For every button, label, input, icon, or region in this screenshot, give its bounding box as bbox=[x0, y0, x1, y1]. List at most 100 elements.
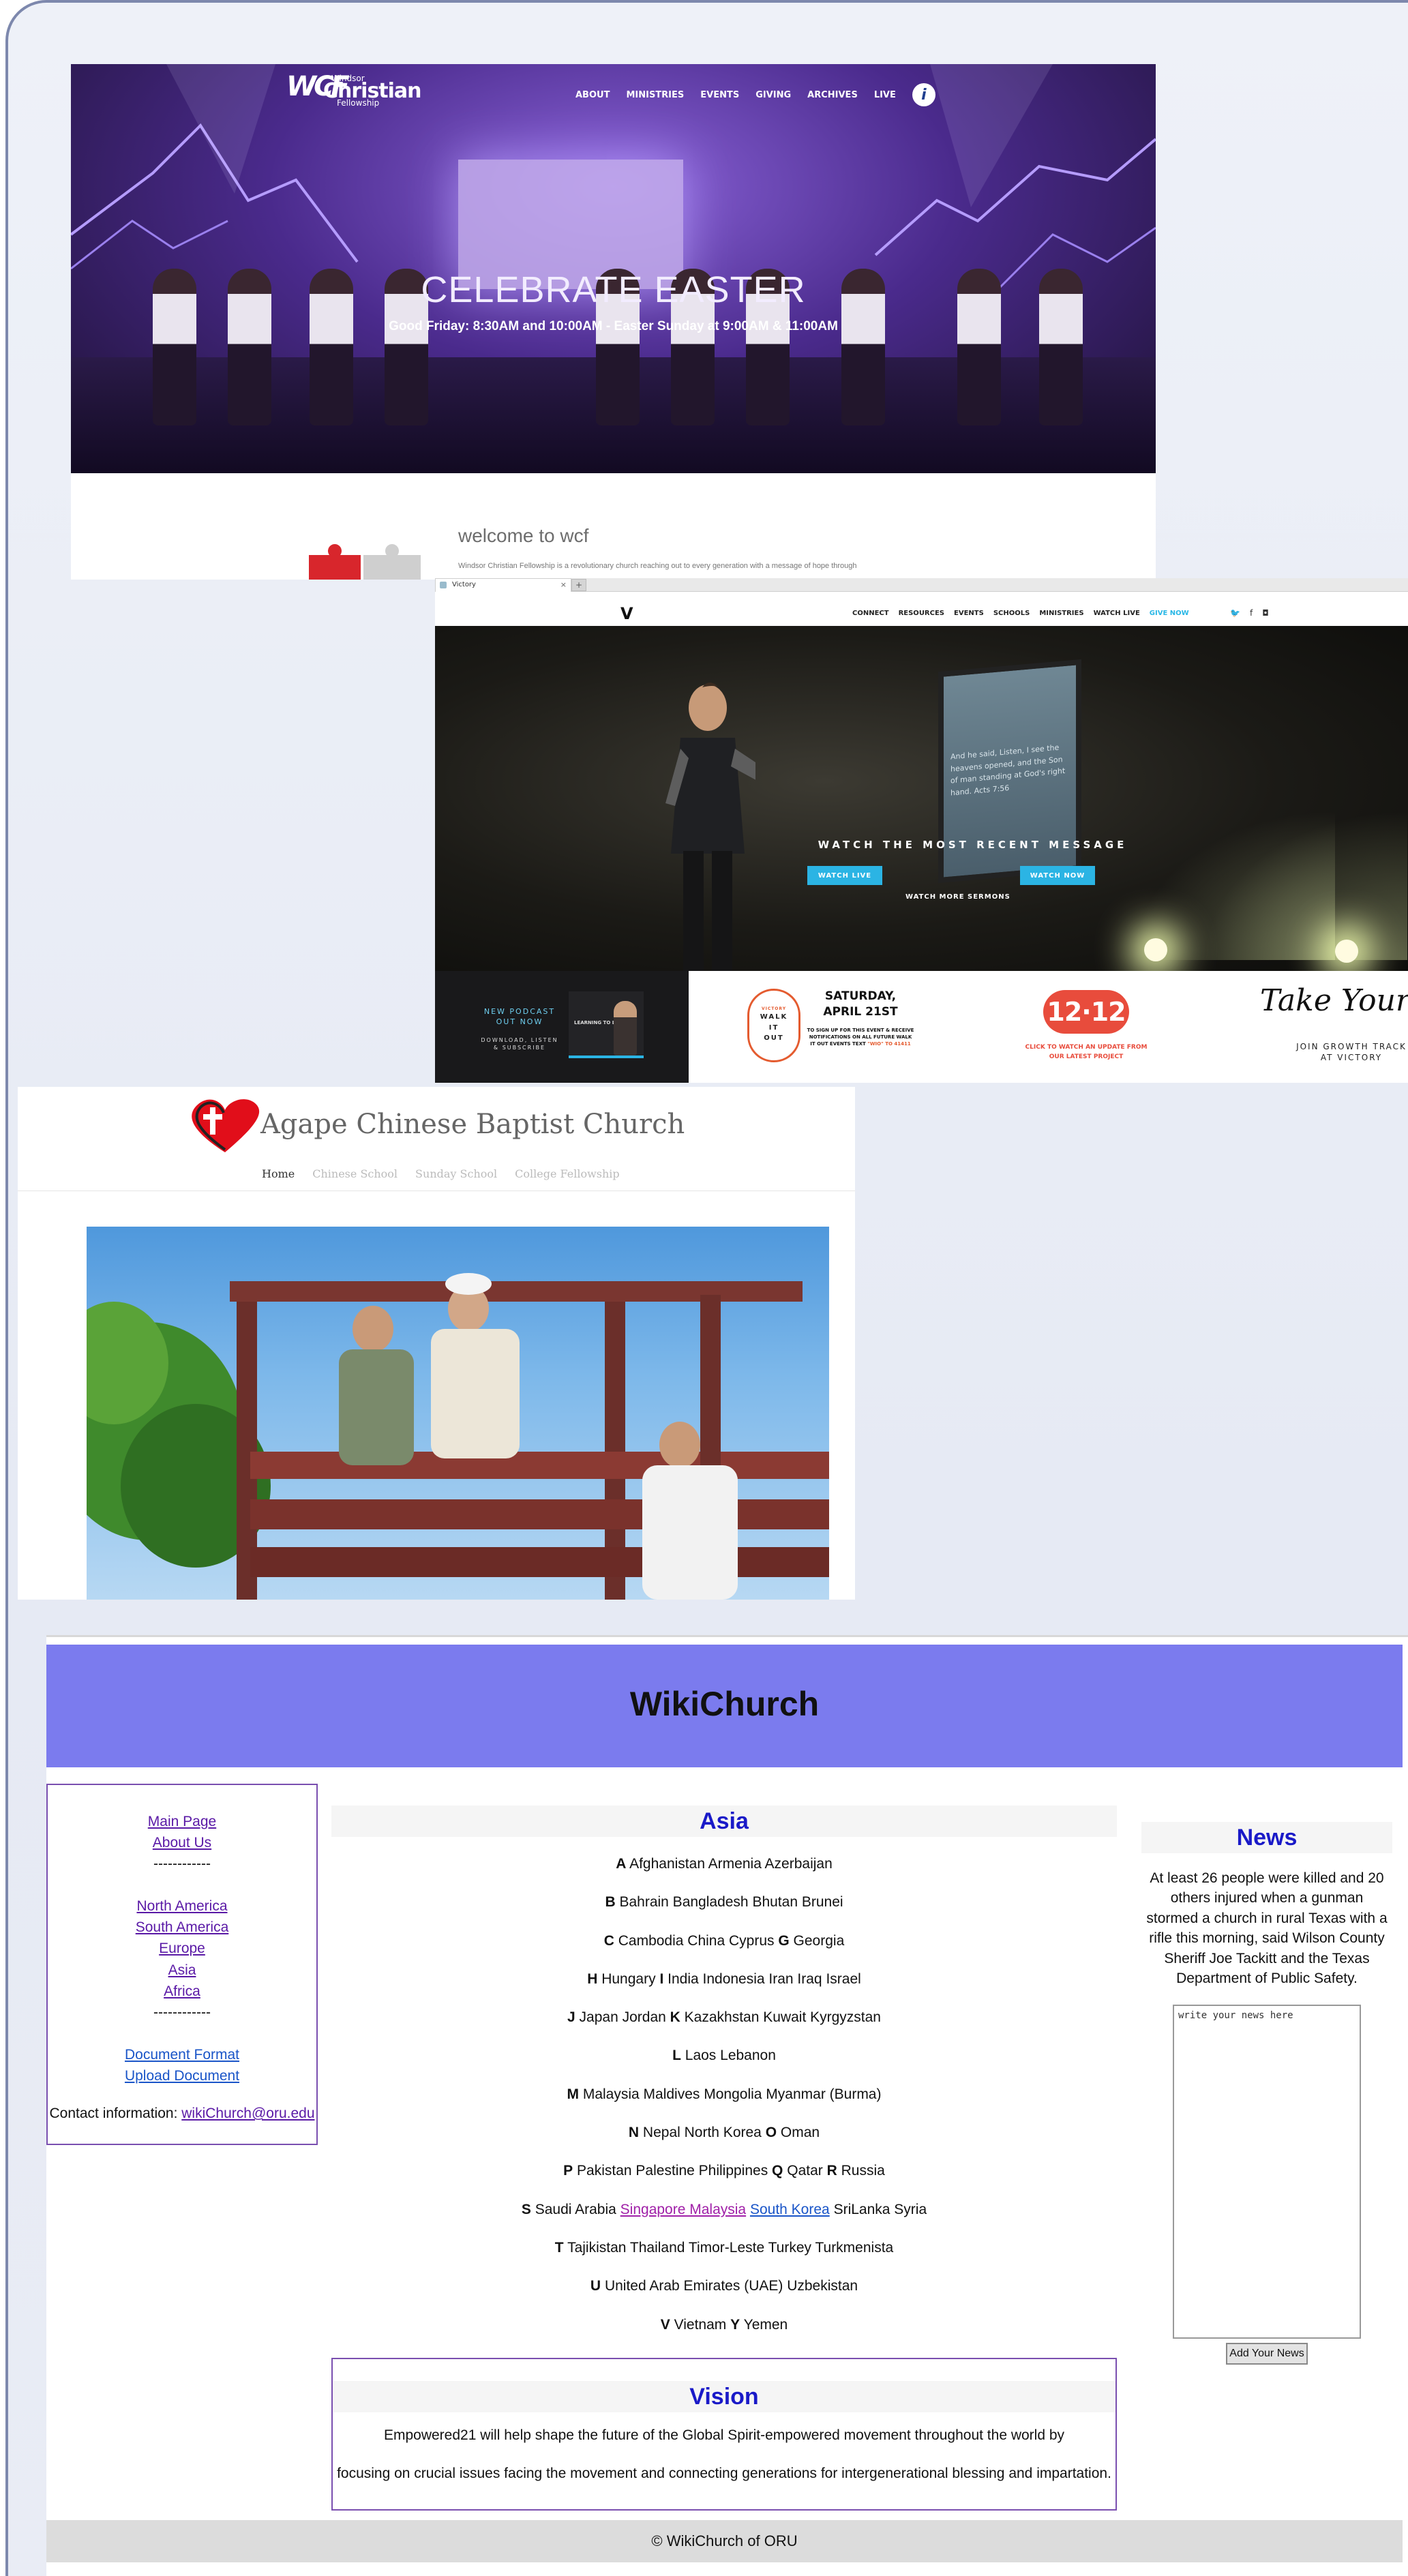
letter-index: Y bbox=[730, 2316, 740, 2333]
sidebar-separator: ------------ bbox=[153, 1856, 211, 1872]
walk-it-out-badge[interactable]: VICTORY WALK IT OUT bbox=[747, 989, 800, 1062]
browser-tab-bar: Victory × + bbox=[435, 578, 1408, 592]
site-title: WikiChurch bbox=[629, 1685, 820, 1723]
sidebar-south-america[interactable]: South America bbox=[48, 1917, 316, 1938]
contact-label: Contact information: bbox=[49, 2106, 178, 2122]
country-names: Oman bbox=[780, 2125, 820, 2141]
country-names: Georgia bbox=[793, 1932, 845, 1949]
new-tab-button[interactable]: + bbox=[571, 579, 586, 591]
menu-events[interactable]: EVENTS bbox=[954, 610, 984, 617]
nav-chinese-school[interactable]: Chinese School bbox=[312, 1167, 398, 1180]
news-input[interactable]: write your news here bbox=[1173, 2005, 1361, 2339]
asia-country-list: A Afghanistan Armenia Azerbaijan B Bahra… bbox=[331, 1845, 1117, 2344]
wcf-logo-line3: Fellowship bbox=[337, 98, 380, 108]
sidebar-document-format[interactable]: Document Format bbox=[48, 2044, 316, 2065]
menu-connect[interactable]: CONNECT bbox=[852, 610, 889, 617]
agape-nav: Home Chinese School Sunday School Colleg… bbox=[262, 1167, 620, 1180]
nav-events[interactable]: EVENTS bbox=[700, 90, 739, 100]
nav-archives[interactable]: ARCHIVES bbox=[807, 90, 858, 100]
letter-index: M bbox=[567, 2086, 580, 2102]
victory-menu: CONNECT RESOURCES EVENTS SCHOOLS MINISTR… bbox=[852, 610, 1189, 617]
vision-line-1: Empowered21 will help shape the future o… bbox=[383, 2427, 1065, 2443]
country-names: Malaysia Maldives Mongolia Myanmar (Burm… bbox=[582, 2086, 882, 2102]
sidebar-about-us[interactable]: About Us bbox=[48, 1832, 316, 1853]
facebook-icon[interactable]: f bbox=[1250, 608, 1253, 618]
info-badge-icon[interactable]: i bbox=[912, 83, 935, 106]
podcast-card: LEARNING TO LEAD bbox=[569, 991, 644, 1058]
wcf-hero: WCF Windsor Christian Fellowship ABOUT M… bbox=[71, 64, 1156, 473]
tab-title: Victory bbox=[452, 581, 476, 588]
watch-more-sermons-link[interactable]: WATCH MORE SERMONS bbox=[905, 893, 1010, 901]
pastor-figure bbox=[665, 683, 755, 971]
hero-heading: WATCH THE MOST RECENT MESSAGE bbox=[818, 839, 1128, 851]
growth-track-link[interactable]: JOIN GROWTH TRACK AT VICTORY bbox=[1290, 1042, 1408, 1063]
stage-light bbox=[1335, 940, 1358, 963]
asia-heading: Asia bbox=[331, 1806, 1117, 1837]
nav-ministries[interactable]: MINISTRIES bbox=[626, 90, 684, 100]
nav-college-fellowship[interactable]: College Fellowship bbox=[515, 1167, 620, 1180]
country-names: Hungary bbox=[601, 1971, 656, 1987]
country-row: V Vietnam Y Yemen bbox=[331, 2306, 1117, 2344]
instagram-icon[interactable]: ◘ bbox=[1262, 608, 1269, 618]
sidebar-africa[interactable]: Africa bbox=[48, 1981, 316, 2002]
country-row: H Hungary I India Indonesia Iran Iraq Is… bbox=[331, 1960, 1117, 1998]
browser-tab[interactable]: Victory × bbox=[435, 578, 571, 592]
windsor-site-screenshot: WCF Windsor Christian Fellowship ABOUT M… bbox=[71, 64, 1156, 580]
contact-email-link[interactable]: wikiChurch@oru.edu bbox=[181, 2106, 314, 2121]
country-names: Tajikistan Thailand Timor-Leste Turkey T… bbox=[567, 2239, 894, 2256]
hero-subtitle: Good Friday: 8:30AM and 10:00AM - Easter… bbox=[389, 319, 838, 333]
nav-giving[interactable]: GIVING bbox=[755, 90, 791, 100]
nav-sunday-school[interactable]: Sunday School bbox=[415, 1167, 497, 1180]
country-names: Afghanistan Armenia Azerbaijan bbox=[629, 1856, 833, 1872]
menu-ministries[interactable]: MINISTRIES bbox=[1039, 610, 1083, 617]
menu-give-now[interactable]: GIVE NOW bbox=[1150, 610, 1189, 617]
country-row: S Saudi Arabia Singapore Malaysia South … bbox=[331, 2191, 1117, 2229]
menu-schools[interactable]: SCHOOLS bbox=[993, 610, 1030, 617]
twitter-icon[interactable]: 🐦 bbox=[1230, 608, 1240, 618]
country-row: P Pakistan Palestine Philippines Q Qatar… bbox=[331, 2152, 1117, 2190]
victory-logo[interactable]: V bbox=[620, 604, 633, 623]
letter-index: R bbox=[826, 2163, 837, 2179]
slideshow-photo bbox=[87, 1227, 829, 1600]
letter-index: N bbox=[628, 2125, 640, 2141]
stage-light bbox=[1144, 938, 1167, 961]
country-names: Japan Jordan bbox=[579, 2009, 666, 2026]
country-link[interactable]: Singapore Malaysia bbox=[620, 2202, 746, 2217]
news-heading: News bbox=[1141, 1822, 1392, 1853]
country-names: Russia bbox=[841, 2163, 885, 2179]
twelve-caption[interactable]: CLICK TO WATCH AN UPDATE FROM OUR LATEST… bbox=[1023, 1043, 1150, 1062]
nav-live[interactable]: LIVE bbox=[874, 90, 896, 100]
nav-home[interactable]: Home bbox=[262, 1167, 295, 1180]
walk-small: VICTORY bbox=[761, 1006, 787, 1011]
watch-now-button[interactable]: WATCH NOW bbox=[1020, 866, 1095, 885]
country-row: L Laos Lebanon bbox=[331, 2037, 1117, 2075]
event-day: SATURDAY, bbox=[824, 989, 897, 1003]
letter-index: S bbox=[521, 2201, 531, 2217]
country-names: Vietnam bbox=[674, 2316, 727, 2333]
menu-watch-live[interactable]: WATCH LIVE bbox=[1094, 610, 1140, 617]
country-row: C Cambodia China Cyprus G Georgia bbox=[331, 1922, 1117, 1960]
letter-index: U bbox=[590, 2278, 601, 2294]
heart-cross-logo-icon[interactable] bbox=[184, 1095, 266, 1155]
close-tab-icon[interactable]: × bbox=[560, 579, 567, 591]
screen-verse: And he said, Listen, I see the heavens o… bbox=[950, 743, 1066, 798]
add-news-button[interactable]: Add Your News bbox=[1226, 2343, 1308, 2365]
asia-section: Asia A Afghanistan Armenia Azerbaijan B … bbox=[331, 1806, 1117, 2344]
wikichurch-page: WikiChurch Main Page About Us ----------… bbox=[46, 1635, 1408, 2576]
sidebar-upload-document[interactable]: Upload Document bbox=[48, 2065, 316, 2086]
twelve-twelve-badge[interactable]: 12·12 bbox=[1043, 990, 1129, 1034]
sidebar-asia[interactable]: Asia bbox=[48, 1960, 316, 1981]
country-row: M Malaysia Maldives Mongolia Myanmar (Bu… bbox=[331, 2076, 1117, 2114]
sidebar-europe[interactable]: Europe bbox=[48, 1938, 316, 1959]
watch-live-button[interactable]: WATCH LIVE bbox=[807, 866, 882, 885]
menu-resources[interactable]: RESOURCES bbox=[899, 610, 944, 617]
nav-about[interactable]: ABOUT bbox=[575, 90, 610, 100]
church-title: Agape Chinese Baptist Church bbox=[260, 1109, 685, 1140]
podcast-promo[interactable]: NEW PODCAST OUT NOW DOWNLOAD, LISTEN & S… bbox=[435, 971, 689, 1083]
sidebar-main-page[interactable]: Main Page bbox=[48, 1811, 316, 1832]
wcf-logo[interactable]: WCF Windsor Christian Fellowship bbox=[286, 71, 422, 108]
letter-index: G bbox=[778, 1932, 790, 1949]
sidebar-north-america[interactable]: North America bbox=[48, 1896, 316, 1917]
letter-index: H bbox=[587, 1971, 598, 1987]
country-link[interactable]: South Korea bbox=[750, 2202, 830, 2217]
